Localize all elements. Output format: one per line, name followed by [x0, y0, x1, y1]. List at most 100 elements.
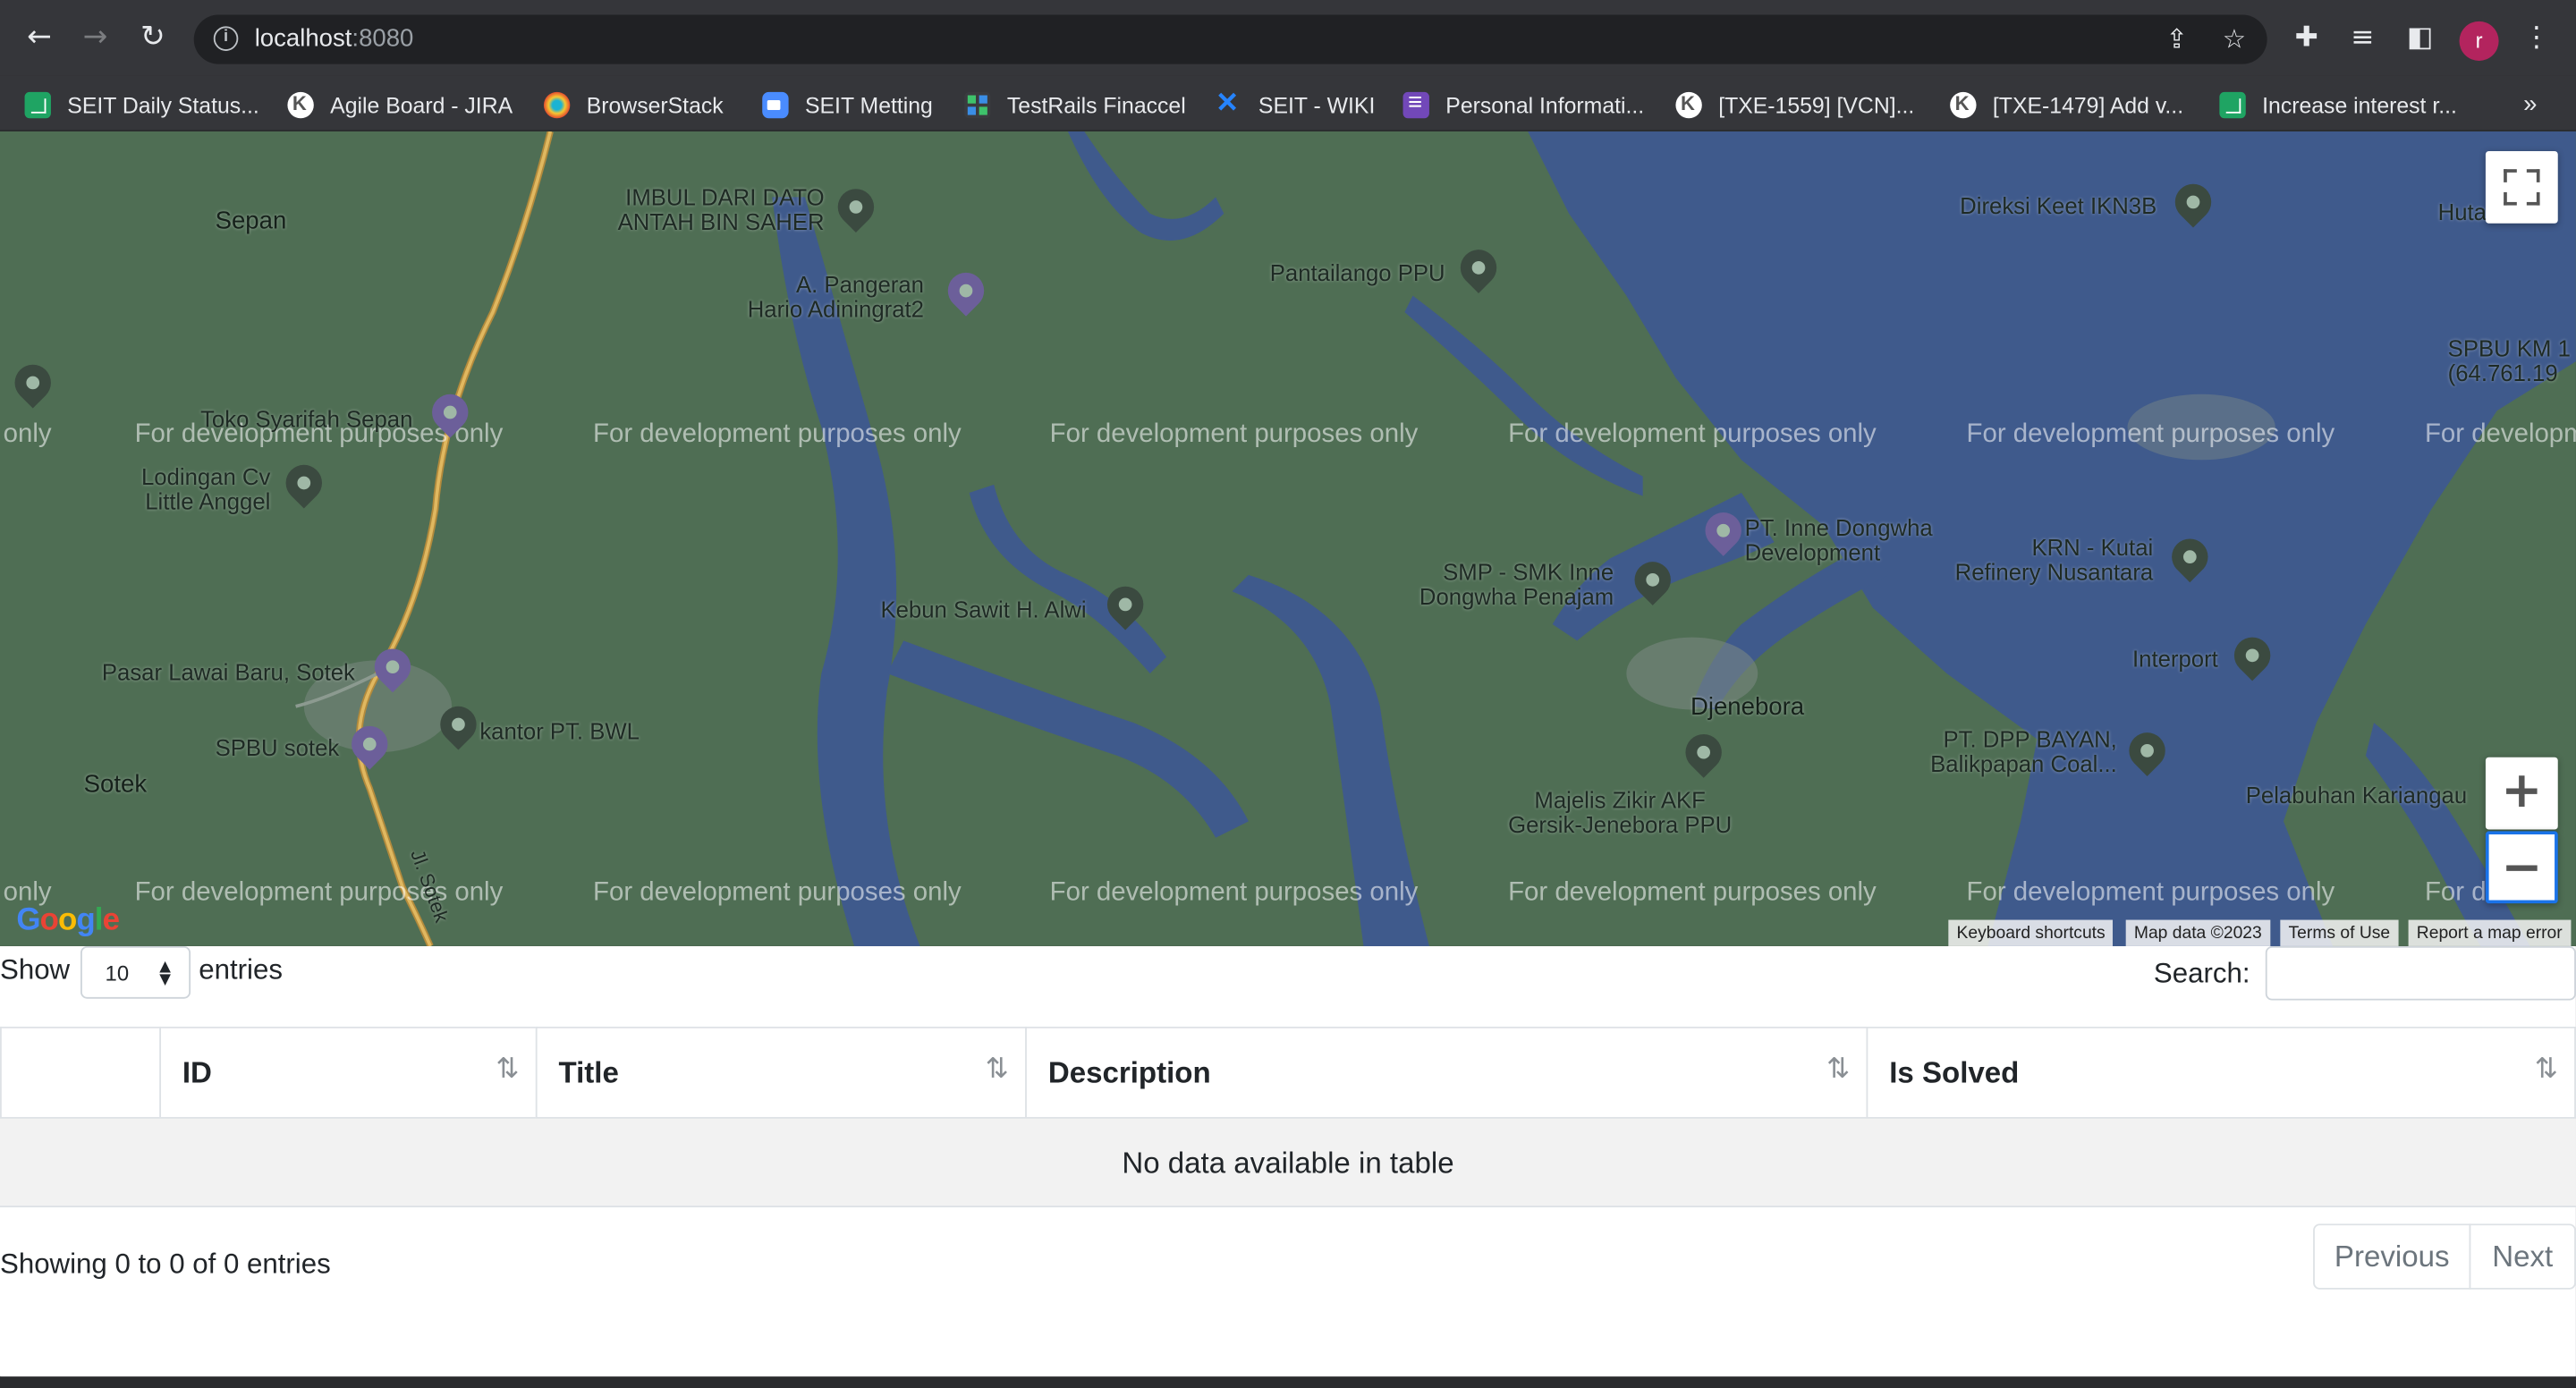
place-label[interactable]: Interport [2132, 647, 2218, 673]
place-label[interactable]: A. Pangeran Hario Adiningrat2 [748, 272, 924, 322]
bookmark-star-icon[interactable]: ☆ [2218, 23, 2251, 56]
address-url[interactable]: localhost:8080 [255, 25, 414, 53]
bookmark-item[interactable]: Personal Informati... [1402, 84, 1644, 127]
zoom-out-button[interactable]: − [2485, 831, 2558, 904]
bookmark-item[interactable]: Increase interest r... [2219, 84, 2457, 127]
search-label: Search: [2153, 957, 2250, 989]
show-label: Show [0, 954, 71, 986]
more-menu-icon[interactable]: ⋮ [2519, 20, 2555, 55]
entries-length-value: 10 [105, 961, 130, 986]
dev-watermark: For development purposes only [1049, 420, 1419, 449]
browserstack-icon [543, 91, 571, 119]
window-bottom-edge [0, 1376, 2576, 1388]
previous-button[interactable]: Previous [2313, 1223, 2471, 1290]
bookmarks-bar: SEIT Daily Status... Agile Board - JIRA … [0, 75, 2576, 131]
place-label[interactable]: Pelabuhan Kariangau [2246, 783, 2467, 808]
kanban-icon [1950, 91, 1977, 119]
forward-icon[interactable]: → [75, 18, 114, 57]
dev-watermark: For development purposes only [1966, 420, 2335, 449]
dev-watermark: For development purposes only [593, 420, 962, 449]
zoom-in-button[interactable]: + [2485, 757, 2558, 830]
keyboard-shortcuts-link[interactable]: Keyboard shortcuts [1948, 919, 2114, 946]
confluence-icon [1216, 87, 1241, 120]
sheets-icon [24, 91, 51, 119]
kanban-icon [1675, 91, 1702, 119]
dev-watermark: For developm [2424, 420, 2576, 449]
place-label[interactable]: PT. Inne Dongwha Development [1745, 515, 1933, 565]
share-icon[interactable]: ⇪ [2160, 23, 2193, 56]
place-label[interactable]: KRN - Kutai Refinery Nusantara [1955, 535, 2154, 585]
sheets-icon [2219, 91, 2246, 119]
back-icon[interactable]: ← [20, 18, 59, 57]
google-logo[interactable]: Google [16, 903, 120, 939]
address-bar[interactable]: i localhost:8080 ⇪ ☆ [193, 14, 2267, 64]
map-canvas[interactable]: only For development purposes only For d… [0, 131, 2576, 946]
bookmark-item[interactable]: BrowserStack [543, 84, 724, 127]
browser-toolbar: ← → ↻ i localhost:8080 ⇪ ☆ ✚ ≡ ◧ r ⋮ [0, 0, 2576, 76]
sort-icon: ⇅ [1826, 1053, 1851, 1087]
search-input[interactable] [2265, 945, 2576, 1001]
column-header-description[interactable]: Description ⇅ [1025, 1026, 1867, 1121]
place-label[interactable]: Sepan [216, 208, 287, 233]
place-label[interactable]: PT. DPP BAYAN, Balikpapan Coal... [1930, 727, 2117, 777]
place-label[interactable]: Kebun Sawit H. Alwi [880, 597, 1086, 623]
bookmark-item[interactable]: Agile Board - JIRA [287, 84, 513, 127]
media-control-icon[interactable]: ≡ [2344, 20, 2380, 55]
place-label[interactable]: kantor PT. BWL [479, 719, 640, 744]
kanban-icon [287, 91, 314, 119]
forms-icon [1402, 89, 1429, 119]
select-arrows-icon: ▲ ▼ [159, 959, 172, 989]
dev-watermark: For development purposes only [593, 878, 962, 907]
place-label[interactable]: Majelis Zikir AKF Gersik-Jenebora PPU [1508, 788, 1732, 838]
zoom-icon [762, 91, 789, 119]
extensions-icon[interactable]: ✚ [2289, 20, 2325, 55]
report-map-error-link[interactable]: Report a map error [2408, 919, 2571, 946]
testrail-icon [964, 91, 991, 119]
bookmark-item[interactable]: [TXE-1559] [VCN]... [1675, 84, 1914, 127]
side-panel-icon[interactable]: ◧ [2402, 20, 2437, 55]
sort-icon: ⇅ [2534, 1053, 2558, 1087]
site-info-icon[interactable]: i [213, 26, 239, 51]
place-label[interactable]: Pasar Lawai Baru, Sotek [102, 659, 355, 685]
place-label[interactable]: SMP - SMK Inne Dongwha Penajam [1419, 559, 1614, 609]
place-label[interactable]: Djenebora [1690, 695, 1804, 720]
place-label[interactable]: SPBU sotek [216, 735, 340, 761]
datatable-wrapper: Show 10 ▲ ▼ entries Search: ID ⇅ Title ⇅ De… [0, 945, 2576, 1388]
place-label[interactable]: Direksi Keet IKN3B [1960, 193, 2157, 219]
fullscreen-icon [2504, 169, 2517, 182]
dev-watermark: For development purposes only [1966, 878, 2335, 907]
bookmark-item[interactable]: SEIT Metting [762, 84, 933, 127]
place-label[interactable]: IMBUL DARI DATO ANTAH BIN SAHER [618, 185, 825, 235]
column-header-select[interactable] [0, 1026, 160, 1121]
dev-watermark: For development purposes only [1508, 878, 1877, 907]
column-header-title[interactable]: Title ⇅ [535, 1026, 1026, 1121]
table-info: Showing 0 to 0 of 0 entries [0, 1248, 331, 1280]
place-label[interactable]: Huta [2438, 199, 2487, 225]
sort-icon: ⇅ [496, 1053, 520, 1087]
empty-table-message: No data available in table [0, 1118, 2576, 1207]
sort-icon: ⇅ [985, 1053, 1009, 1087]
entries-length-select[interactable]: 10 ▲ ▼ [80, 945, 191, 999]
place-label[interactable]: SPBU KM 1 (64.761.19 [2448, 336, 2571, 386]
fullscreen-button[interactable] [2485, 150, 2558, 224]
bookmark-item[interactable]: SEIT Daily Status... [24, 84, 259, 127]
terms-link[interactable]: Terms of Use [2280, 919, 2399, 946]
dev-watermark: For development purposes only [1049, 878, 1419, 907]
bookmark-item[interactable]: [TXE-1479] Add v... [1950, 84, 2183, 127]
column-header-id[interactable]: ID ⇅ [159, 1026, 536, 1121]
next-button[interactable]: Next [2469, 1223, 2576, 1290]
place-label[interactable]: Toko Syarifah Sepan [200, 407, 412, 433]
profile-avatar[interactable]: r [2459, 21, 2499, 61]
place-label[interactable]: Sotek [84, 772, 147, 797]
place-label[interactable]: Pantailango PPU [1270, 260, 1445, 286]
bookmarks-overflow-icon[interactable]: » [2523, 90, 2537, 118]
reload-icon[interactable]: ↻ [133, 18, 173, 57]
place-label[interactable]: Lodingan Cv Little Anggel [141, 464, 270, 514]
map-data-label: Map data ©2023 [2125, 919, 2270, 946]
entries-label: entries [199, 954, 283, 986]
column-header-is-solved[interactable]: Is Solved ⇅ [1866, 1026, 2576, 1121]
bookmark-item[interactable]: TestRails Finaccel [964, 84, 1186, 127]
dev-watermark: For development purposes only [1508, 420, 1877, 449]
bookmark-item[interactable]: SEIT - WIKI [1216, 84, 1375, 127]
dev-watermark: only [3, 420, 52, 449]
